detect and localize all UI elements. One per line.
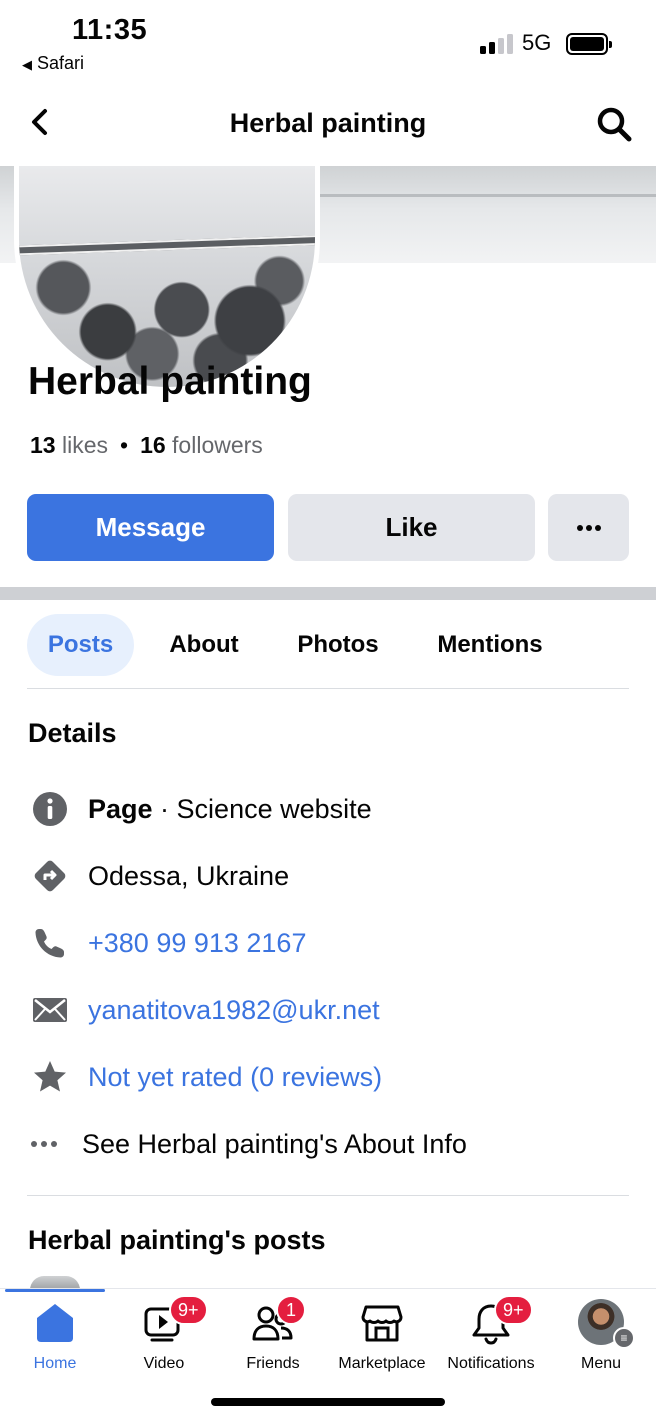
tabbar-menu-label: Menu — [580, 1355, 622, 1372]
detail-email[interactable]: yanatitova1982@ukr.net — [30, 988, 630, 1032]
network-label: 5G — [522, 30, 552, 55]
followers-count: 16 — [140, 432, 166, 458]
category-value: · Science website — [152, 793, 372, 824]
more-options-button[interactable] — [548, 494, 629, 561]
like-button[interactable]: Like — [288, 494, 535, 561]
tabbar-friends[interactable]: 1 Friends — [218, 1295, 328, 1377]
page-stats[interactable]: 13 likes • 16 followers — [30, 432, 263, 459]
phone-icon — [35, 929, 64, 958]
tabbar-video[interactable]: 9+ Video — [109, 1295, 219, 1377]
detail-rating[interactable]: Not yet rated (0 reviews) — [30, 1055, 630, 1099]
likes-count: 13 — [30, 432, 56, 458]
friends-badge: 1 — [276, 1295, 306, 1325]
location-text: Odessa, Ukraine — [88, 860, 290, 891]
more-dots-icon — [576, 524, 601, 531]
tabbar-marketplace[interactable]: Marketplace — [327, 1297, 437, 1377]
home-icon — [37, 1304, 73, 1342]
envelope-icon — [33, 998, 67, 1022]
page-title: Herbal painting — [229, 108, 427, 138]
tabs-divider — [27, 688, 629, 689]
detail-see-about[interactable]: See Herbal painting's About Info — [30, 1122, 630, 1166]
followers-label: followers — [172, 432, 263, 458]
tabbar-menu[interactable]: ≡ Menu — [546, 1297, 656, 1377]
page-tabs: Posts About Photos Mentions — [27, 614, 629, 676]
tab-photos[interactable]: Photos — [279, 614, 397, 676]
notifications-badge: 9+ — [494, 1295, 533, 1325]
info-icon — [33, 792, 67, 826]
star-icon — [34, 1061, 66, 1092]
phone-link: +380 99 913 2167 — [88, 927, 307, 958]
video-badge: 9+ — [169, 1295, 208, 1325]
email-link: yanatitova1982@ukr.net — [88, 994, 380, 1025]
see-about-text: See Herbal painting's About Info — [82, 1128, 467, 1159]
tab-posts[interactable]: Posts — [27, 614, 134, 676]
category-prefix: Page — [88, 793, 153, 824]
rating-link: Not yet rated (0 reviews) — [88, 1061, 383, 1092]
tab-mentions[interactable]: Mentions — [419, 614, 561, 676]
detail-location[interactable]: Odessa, Ukraine — [30, 854, 630, 898]
profile-picture[interactable] — [14, 166, 320, 392]
message-button[interactable]: Message — [27, 494, 274, 561]
back-triangle-icon: ◀ — [22, 57, 32, 72]
detail-phone[interactable]: +380 99 913 2167 — [30, 921, 630, 965]
marketplace-icon — [361, 1305, 403, 1342]
back-to-safari[interactable]: ◀ Safari — [22, 53, 84, 74]
action-buttons: Message Like — [27, 494, 629, 561]
detail-category: Page · Science website — [30, 787, 630, 831]
menu-lines-icon: ≡ — [613, 1327, 635, 1349]
more-dots-icon — [31, 1141, 57, 1147]
directions-icon — [34, 860, 66, 892]
status-time: 11:35 — [72, 14, 148, 46]
tabbar-notifications[interactable]: 9+ Notifications — [436, 1295, 546, 1377]
section-divider — [0, 587, 656, 600]
search-icon[interactable] — [594, 104, 634, 144]
home-indicator — [211, 1398, 445, 1406]
signal-icon — [480, 34, 514, 54]
details-heading: Details — [28, 718, 117, 748]
posts-heading: Herbal painting's posts — [28, 1225, 326, 1255]
status-bar: 11:35 ◀ Safari 5G — [0, 0, 656, 82]
details-divider — [27, 1195, 629, 1196]
page-name: Herbal painting — [28, 360, 312, 403]
nav-header: Herbal painting — [0, 82, 656, 166]
battery-icon — [566, 33, 612, 55]
active-tab-indicator — [5, 1289, 105, 1292]
tabbar-home[interactable]: Home — [0, 1297, 110, 1377]
likes-label: likes — [61, 432, 108, 458]
back-app-label: Safari — [37, 53, 85, 73]
tab-about[interactable]: About — [149, 614, 259, 676]
